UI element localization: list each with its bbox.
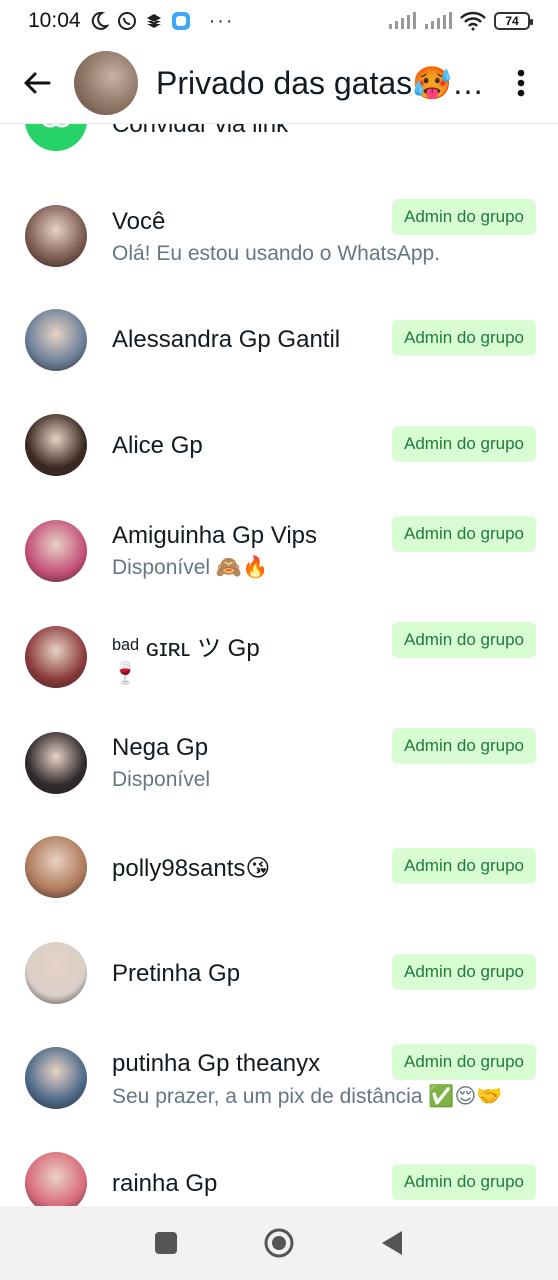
home-button[interactable] (257, 1221, 301, 1265)
admin-badge: Admin do grupo (392, 848, 536, 884)
member-status: Disponível (112, 768, 211, 791)
square-icon (155, 1232, 178, 1254)
back-nav-button[interactable] (370, 1221, 414, 1265)
avatar[interactable] (25, 626, 87, 688)
member-status: Disponível 🙈🔥 (112, 556, 269, 579)
member-name: Alessandra Gp Gantil (112, 326, 341, 353)
back-button[interactable] (0, 42, 74, 124)
avatar[interactable] (25, 1152, 87, 1206)
member-row[interactable]: Alice Gp Admin do grupo (0, 396, 558, 496)
member-row[interactable]: putinha Gp theanyx Seu prazer, a um pix … (0, 1030, 558, 1130)
status-right: 74 (388, 11, 533, 31)
member-row[interactable]: rainha Gp Admin do grupo (0, 1144, 558, 1206)
status-left: 10:04 ··· (28, 9, 235, 33)
avatar[interactable] (25, 520, 87, 582)
member-name: polly98sants😘 (112, 855, 271, 882)
member-name: putinha Gp theanyx (112, 1050, 321, 1077)
member-name: rainha Gp (112, 1170, 218, 1197)
member-row[interactable]: Você Olá! Eu estou usando o WhatsApp. Ad… (0, 186, 558, 286)
wifi-icon (460, 11, 486, 31)
admin-badge: Admin do grupo (392, 728, 536, 764)
admin-badge: Admin do grupo (392, 426, 536, 462)
signal-icon-2 (424, 12, 452, 30)
whatsapp-group-info-screen: 10:04 ··· 74 Privado das gatas🥵… Convida… (0, 0, 558, 1280)
circle-icon (264, 1228, 294, 1258)
member-status: 🍷 (112, 662, 139, 685)
moon-icon (89, 11, 109, 31)
member-name: ᵇᵃᵈ ɢɪʀʟ ツ Gp (112, 635, 260, 662)
more-notifications-icon: ··· (208, 9, 235, 32)
arrow-left-icon (24, 72, 51, 93)
member-name: Nega Gp (112, 734, 209, 761)
member-row[interactable]: Pretinha Gp Admin do grupo (0, 934, 558, 1034)
member-row[interactable]: Amiguinha Gp Vips Disponível 🙈🔥 Admin do… (0, 502, 558, 602)
avatar[interactable] (25, 414, 87, 476)
avatar[interactable] (25, 836, 87, 898)
admin-badge: Admin do grupo (392, 516, 536, 552)
member-name: Você (112, 208, 166, 235)
recents-button[interactable] (144, 1221, 188, 1265)
more-vert-icon (517, 69, 525, 96)
more-options-button[interactable] (496, 42, 546, 124)
avatar[interactable] (25, 942, 87, 1004)
invite-via-link-label: Convidar via link (112, 124, 289, 138)
avatar[interactable] (25, 1047, 87, 1109)
triangle-back-icon (381, 1231, 402, 1255)
admin-badge: Admin do grupo (392, 622, 536, 658)
member-row[interactable]: polly98sants😘 Admin do grupo (0, 828, 558, 928)
battery-icon: 74 (494, 12, 533, 30)
group-title[interactable]: Privado das gatas🥵… (156, 64, 490, 102)
avatar[interactable] (25, 205, 87, 267)
member-name: Pretinha Gp (112, 960, 241, 987)
member-status: Seu prazer, a um pix de distância ✅😌🤝 (112, 1085, 503, 1108)
member-row[interactable]: Alessandra Gp Gantil Admin do grupo (0, 290, 558, 390)
app-bar: Privado das gatas🥵… (0, 42, 558, 124)
admin-badge: Admin do grupo (392, 320, 536, 356)
invite-via-link-row[interactable]: Convidar via link (0, 124, 558, 158)
admin-badge: Admin do grupo (392, 1164, 536, 1200)
system-navigation-bar (0, 1206, 558, 1280)
signal-icon-1 (388, 12, 416, 30)
whatsapp-icon (117, 11, 137, 31)
layers-icon (145, 12, 163, 30)
admin-badge: Admin do grupo (392, 199, 536, 235)
status-bar: 10:04 ··· 74 (0, 0, 558, 42)
avatar[interactable] (25, 732, 87, 794)
avatar[interactable] (25, 309, 87, 371)
member-name: Amiguinha Gp Vips (112, 522, 318, 549)
status-time: 10:04 (28, 9, 81, 32)
group-avatar[interactable] (74, 50, 138, 115)
admin-badge: Admin do grupo (392, 1044, 536, 1080)
member-status: Olá! Eu estou usando o WhatsApp. (112, 242, 441, 265)
admin-badge: Admin do grupo (392, 954, 536, 990)
link-icon (25, 124, 87, 151)
members-list[interactable]: Convidar via link Você Olá! Eu estou usa… (0, 124, 558, 1206)
member-row[interactable]: ᵇᵃᵈ ɢɪʀʟ ツ Gp 🍷 Admin do grupo (0, 608, 558, 708)
member-row[interactable]: Nega Gp Disponível Admin do grupo (0, 714, 558, 814)
member-name: Alice Gp (112, 432, 203, 459)
app-notification-icon (171, 11, 191, 31)
